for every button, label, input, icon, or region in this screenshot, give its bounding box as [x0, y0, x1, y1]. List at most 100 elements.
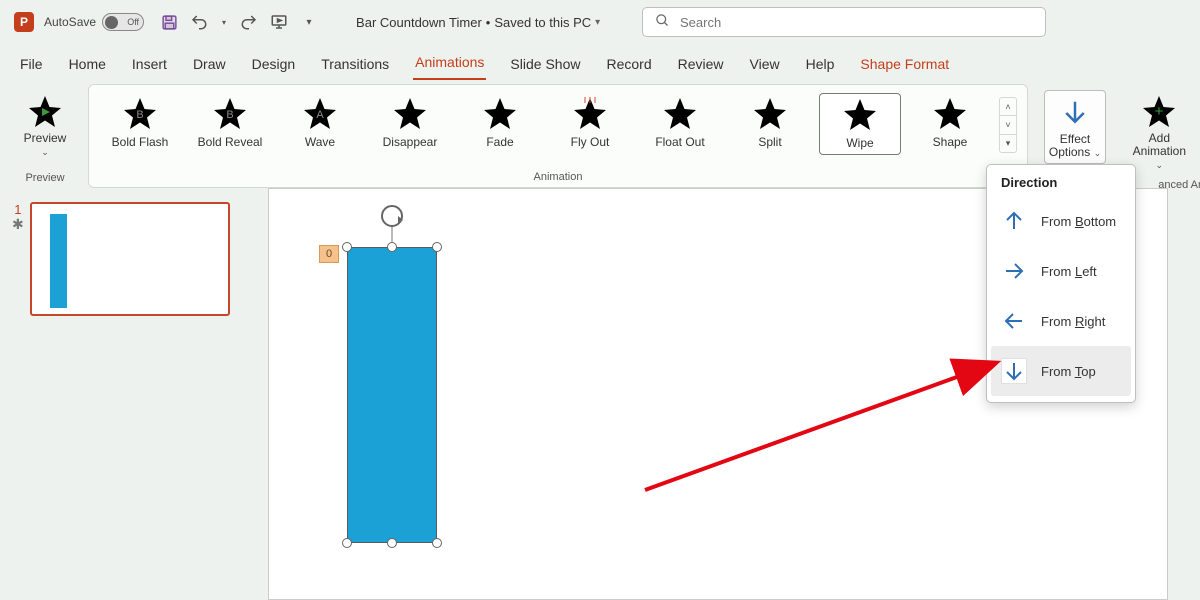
- add-animation-star-icon: +: [1142, 94, 1176, 130]
- document-title[interactable]: Bar Countdown Timer • Saved to this PC ▾: [356, 15, 600, 30]
- tab-view[interactable]: View: [748, 50, 782, 80]
- anim-fly-out[interactable]: Fly Out: [549, 93, 631, 153]
- resize-handle-br[interactable]: [432, 538, 442, 548]
- tab-record[interactable]: Record: [604, 50, 653, 80]
- animation-gallery-scroll[interactable]: ˄ ˅ ▾: [999, 97, 1017, 153]
- add-animation-button[interactable]: + Add Animation ⌄: [1125, 90, 1193, 176]
- arrow-right-icon: [1001, 258, 1027, 284]
- group-label-animation: Animation: [534, 168, 583, 187]
- anim-label: Wipe: [846, 136, 873, 150]
- rotate-handle[interactable]: [381, 205, 403, 227]
- tab-transitions[interactable]: Transitions: [319, 50, 391, 80]
- effect-options-button[interactable]: Effect Options ⌄: [1044, 90, 1106, 164]
- title-bar: P AutoSave Off ▾ ▾ Bar Countdown Timer •…: [0, 0, 1200, 44]
- undo-icon[interactable]: [190, 13, 208, 31]
- app-icon: P: [14, 12, 34, 32]
- anim-fade[interactable]: Fade: [459, 93, 541, 153]
- tab-shape-format[interactable]: Shape Format: [858, 50, 951, 80]
- preview-button[interactable]: Preview ⌄: [15, 90, 75, 162]
- redo-icon[interactable]: [240, 13, 258, 31]
- tab-animations[interactable]: Animations: [413, 48, 486, 80]
- direction-from-left[interactable]: From Left: [991, 246, 1131, 296]
- anim-label: Bold Flash: [112, 135, 169, 149]
- anim-label: Fade: [486, 135, 513, 149]
- svg-text:A: A: [316, 109, 324, 121]
- effect-options-heading: Direction: [991, 173, 1131, 196]
- ribbon-tabs: File Home Insert Draw Design Transitions…: [0, 44, 1200, 80]
- anim-float-out[interactable]: Float Out: [639, 93, 721, 153]
- autosave-toggle[interactable]: Off: [102, 13, 144, 31]
- direction-label: From Top: [1041, 364, 1096, 379]
- anim-wipe[interactable]: Wipe: [819, 93, 901, 155]
- anim-label: Wave: [305, 135, 335, 149]
- anim-split[interactable]: Split: [729, 93, 811, 153]
- slide-number: 1: [14, 202, 21, 217]
- animation-marker-icon: ✱: [12, 217, 24, 231]
- anim-wave[interactable]: A Wave: [279, 93, 361, 153]
- anim-bold-reveal[interactable]: B Bold Reveal: [189, 93, 271, 153]
- preview-star-icon: [28, 94, 62, 130]
- direction-label: From Bottom: [1041, 214, 1116, 229]
- direction-from-right[interactable]: From Right: [991, 296, 1131, 346]
- arrow-down-icon: [1001, 358, 1027, 384]
- group-animation: B Bold Flash B Bold Reveal A Wave Disapp…: [88, 84, 1028, 188]
- svg-text:B: B: [226, 109, 233, 121]
- rectangle-shape[interactable]: [347, 247, 437, 543]
- slide-thumbnail-panel: 1 ✱: [0, 188, 254, 600]
- qat-overflow-icon[interactable]: ▾: [300, 13, 318, 31]
- anim-label: Float Out: [655, 135, 704, 149]
- anim-label: Shape: [933, 135, 968, 149]
- anim-label: Split: [758, 135, 781, 149]
- direction-from-top[interactable]: From Top: [991, 346, 1131, 396]
- save-icon[interactable]: [160, 13, 178, 31]
- anim-label: Bold Reveal: [198, 135, 263, 149]
- quick-access-toolbar: ▾ ▾: [160, 13, 318, 31]
- group-preview: Preview ⌄ Preview: [10, 84, 80, 188]
- direction-label: From Left: [1041, 264, 1097, 279]
- anim-shape[interactable]: Shape: [909, 93, 991, 153]
- filename-text: Bar Countdown Timer: [356, 15, 482, 30]
- undo-dropdown-icon[interactable]: ▾: [220, 13, 228, 31]
- arrow-up-icon: [1001, 208, 1027, 234]
- effect-options-label: Effect Options ⌄: [1047, 133, 1103, 159]
- svg-text:+: +: [1155, 103, 1164, 120]
- tab-draw[interactable]: Draw: [191, 50, 228, 80]
- search-icon: [655, 13, 670, 31]
- slide-thumbnail-1[interactable]: [30, 202, 230, 316]
- direction-label: From Right: [1041, 314, 1105, 329]
- tab-review[interactable]: Review: [676, 50, 726, 80]
- anim-label: Fly Out: [571, 135, 610, 149]
- save-status-text: Saved to this PC: [494, 15, 591, 30]
- anim-bold-flash[interactable]: B Bold Flash: [99, 93, 181, 153]
- selected-shape[interactable]: 0: [347, 247, 437, 543]
- scroll-up-icon[interactable]: ˄: [1000, 98, 1016, 116]
- gallery-expand-icon[interactable]: ▾: [1000, 135, 1016, 152]
- scroll-down-icon[interactable]: ˅: [1000, 116, 1016, 134]
- anim-label: Disappear: [383, 135, 438, 149]
- search-bar[interactable]: [642, 7, 1046, 37]
- tab-file[interactable]: File: [18, 50, 45, 80]
- tab-design[interactable]: Design: [250, 50, 298, 80]
- anim-disappear[interactable]: Disappear: [369, 93, 451, 153]
- animation-order-tag[interactable]: 0: [319, 245, 339, 263]
- resize-handle-tr[interactable]: [432, 242, 442, 252]
- tab-help[interactable]: Help: [804, 50, 837, 80]
- resize-handle-t[interactable]: [387, 242, 397, 252]
- tab-home[interactable]: Home: [67, 50, 108, 80]
- autosave-state: Off: [127, 17, 139, 27]
- effect-options-dropdown: Direction From Bottom From Left From Rig…: [986, 164, 1136, 403]
- tab-insert[interactable]: Insert: [130, 50, 169, 80]
- group-label-preview: Preview: [25, 169, 64, 188]
- resize-handle-bl[interactable]: [342, 538, 352, 548]
- resize-handle-tl[interactable]: [342, 242, 352, 252]
- preview-label: Preview: [24, 132, 67, 145]
- chevron-down-icon: ⌄: [41, 147, 49, 158]
- resize-handle-b[interactable]: [387, 538, 397, 548]
- tab-slide-show[interactable]: Slide Show: [508, 50, 582, 80]
- direction-from-bottom[interactable]: From Bottom: [991, 196, 1131, 246]
- autosave-control[interactable]: AutoSave Off: [44, 13, 144, 31]
- svg-text:B: B: [136, 109, 143, 121]
- present-from-start-icon[interactable]: [270, 13, 288, 31]
- autosave-label: AutoSave: [44, 15, 96, 29]
- search-input[interactable]: [680, 15, 1033, 30]
